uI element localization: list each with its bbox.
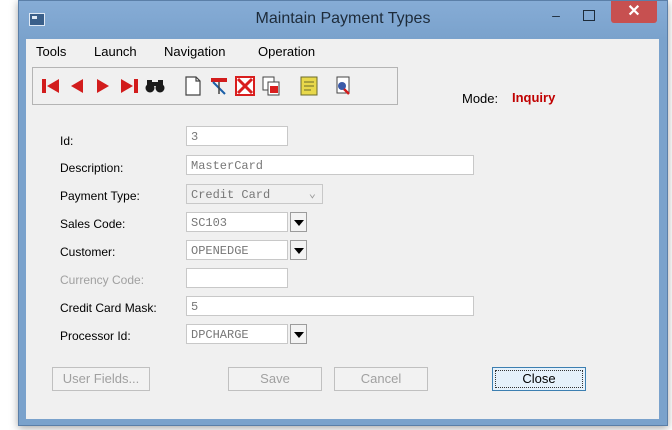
menu-tools[interactable]: Tools bbox=[36, 44, 66, 59]
credit-card-mask-field[interactable]: 5 bbox=[186, 296, 474, 316]
edit-icon[interactable] bbox=[207, 74, 231, 98]
close-button[interactable]: Close bbox=[492, 367, 586, 391]
cancel-button[interactable]: Cancel bbox=[334, 367, 428, 391]
processor-id-lookup-button[interactable] bbox=[290, 324, 307, 344]
payment-type-select[interactable]: Credit Card ⌄ bbox=[186, 184, 323, 204]
id-label: Id: bbox=[60, 134, 74, 148]
client-area: Tools Launch Navigation Operation Mode: … bbox=[26, 39, 659, 419]
window-title: Maintain Payment Types bbox=[255, 10, 431, 27]
mode-value: Inquiry bbox=[512, 90, 556, 105]
find-binoculars-icon[interactable] bbox=[143, 74, 167, 98]
processor-id-field[interactable]: DPCHARGE bbox=[186, 324, 288, 344]
application-window: Maintain Payment Types – ✕ Tools Launch … bbox=[18, 0, 668, 426]
menu-bar: Tools Launch Navigation Operation bbox=[26, 39, 659, 61]
mode-label: Mode: bbox=[462, 91, 499, 106]
currency-code-label: Currency Code: bbox=[60, 273, 145, 287]
print-preview-icon[interactable] bbox=[331, 74, 355, 98]
last-record-icon[interactable] bbox=[117, 74, 141, 98]
currency-code-field[interactable] bbox=[186, 268, 288, 288]
payment-type-value: Credit Card bbox=[191, 188, 271, 202]
first-record-icon[interactable] bbox=[39, 74, 63, 98]
maximize-button[interactable] bbox=[575, 7, 601, 25]
menu-launch[interactable]: Launch bbox=[94, 44, 137, 59]
save-button[interactable]: Save bbox=[228, 367, 322, 391]
description-field[interactable]: MasterCard bbox=[186, 155, 474, 175]
description-label: Description: bbox=[60, 161, 124, 175]
user-fields-button[interactable]: User Fields... bbox=[52, 367, 150, 391]
customer-label: Customer: bbox=[60, 245, 116, 259]
new-document-icon[interactable] bbox=[181, 74, 205, 98]
delete-icon[interactable] bbox=[233, 74, 257, 98]
maximize-icon bbox=[583, 10, 595, 21]
customer-lookup-button[interactable] bbox=[290, 240, 307, 260]
customer-field[interactable]: OPENEDGE bbox=[186, 240, 288, 260]
next-record-icon[interactable] bbox=[91, 74, 115, 98]
previous-record-icon[interactable] bbox=[65, 74, 89, 98]
notes-icon[interactable] bbox=[297, 74, 321, 98]
toolbar bbox=[32, 67, 398, 105]
close-window-button[interactable]: ✕ bbox=[611, 1, 657, 23]
close-button-label: Close bbox=[495, 370, 583, 388]
copy-icon[interactable] bbox=[259, 74, 283, 98]
menu-operation[interactable]: Operation bbox=[258, 44, 315, 59]
menu-navigation[interactable]: Navigation bbox=[164, 44, 225, 59]
credit-card-mask-label: Credit Card Mask: bbox=[60, 301, 157, 315]
title-bar[interactable]: Maintain Payment Types – ✕ bbox=[19, 1, 667, 39]
sales-code-lookup-button[interactable] bbox=[290, 212, 307, 232]
chevron-down-icon: ⌄ bbox=[308, 187, 316, 201]
sales-code-field[interactable]: SC103 bbox=[186, 212, 288, 232]
minimize-button[interactable]: – bbox=[543, 7, 569, 25]
sales-code-label: Sales Code: bbox=[60, 217, 126, 231]
processor-id-label: Processor Id: bbox=[60, 329, 131, 343]
id-field[interactable]: 3 bbox=[186, 126, 288, 146]
payment-type-label: Payment Type: bbox=[60, 189, 140, 203]
